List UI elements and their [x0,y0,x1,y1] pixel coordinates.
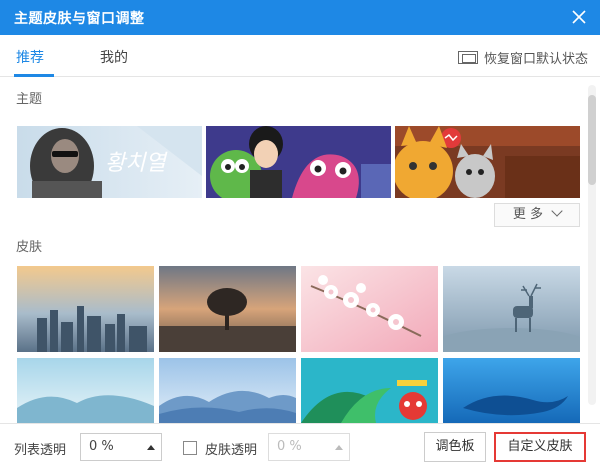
custom-skin-button[interactable]: 自定义皮肤 [494,432,586,462]
theme-card-singer-korean[interactable]: 황치열 [17,126,202,198]
skin-mountain-mist[interactable] [159,358,296,423]
skin-transparency-checkbox[interactable] [183,441,197,455]
skin-transparency-value: 0 % [277,439,302,454]
list-transparency-value: 0 % [89,439,114,454]
bottom-bar: 列表透明 0 % 皮肤透明 0 % 调色板 自定义皮肤 [0,423,600,469]
skins-section-label: 皮肤 [16,240,43,255]
skin-cherry-blossom[interactable] [301,266,438,352]
spin-up-icon-disabled[interactable] [335,445,343,450]
chevron-down-icon [551,205,563,217]
skin-city-skyline[interactable] [17,266,154,352]
list-transparency-input[interactable]: 0 % [80,433,162,461]
tab-recommended[interactable]: 推荐 [16,47,44,67]
window-restore-icon [457,51,478,64]
theme-card-cartoon-singer[interactable] [206,126,391,198]
tab-bar: 推荐 我的 恢复窗口默认状态 [0,35,600,77]
palette-button[interactable]: 调色板 [424,432,486,462]
spin-up-icon[interactable] [147,445,155,450]
skin-festive-tropical[interactable] [301,358,438,423]
theme-korean-text: 황치열 [105,151,167,176]
active-tab-indicator [14,74,54,77]
scrollbar-thumb[interactable] [588,95,596,185]
restore-label: 恢复窗口默认状态 [483,52,588,67]
scrollbar[interactable] [588,85,596,405]
more-themes-button[interactable]: 更 多 [494,203,580,227]
restore-window-default-button[interactable]: 恢复窗口默认状态 [457,48,588,67]
skin-transparency-label: 皮肤透明 [205,443,258,458]
skin-deer-in-fog[interactable] [443,266,580,352]
more-label: 更 多 [512,207,544,222]
list-transparency-label: 列表透明 [14,443,67,458]
close-icon[interactable] [570,8,588,26]
tab-mine[interactable]: 我的 [100,47,128,67]
skin-blue-mountains[interactable] [17,358,154,423]
theme-card-cartoon-cats[interactable] [395,126,580,198]
skin-transparency-input[interactable]: 0 % [268,433,350,461]
window-title: 主题皮肤与窗口调整 [14,11,145,27]
skin-misty-tree[interactable] [159,266,296,352]
title-bar: 主题皮肤与窗口调整 [0,0,600,35]
themes-section-label: 主题 [16,92,43,107]
skin-whale-sea[interactable] [443,358,580,423]
